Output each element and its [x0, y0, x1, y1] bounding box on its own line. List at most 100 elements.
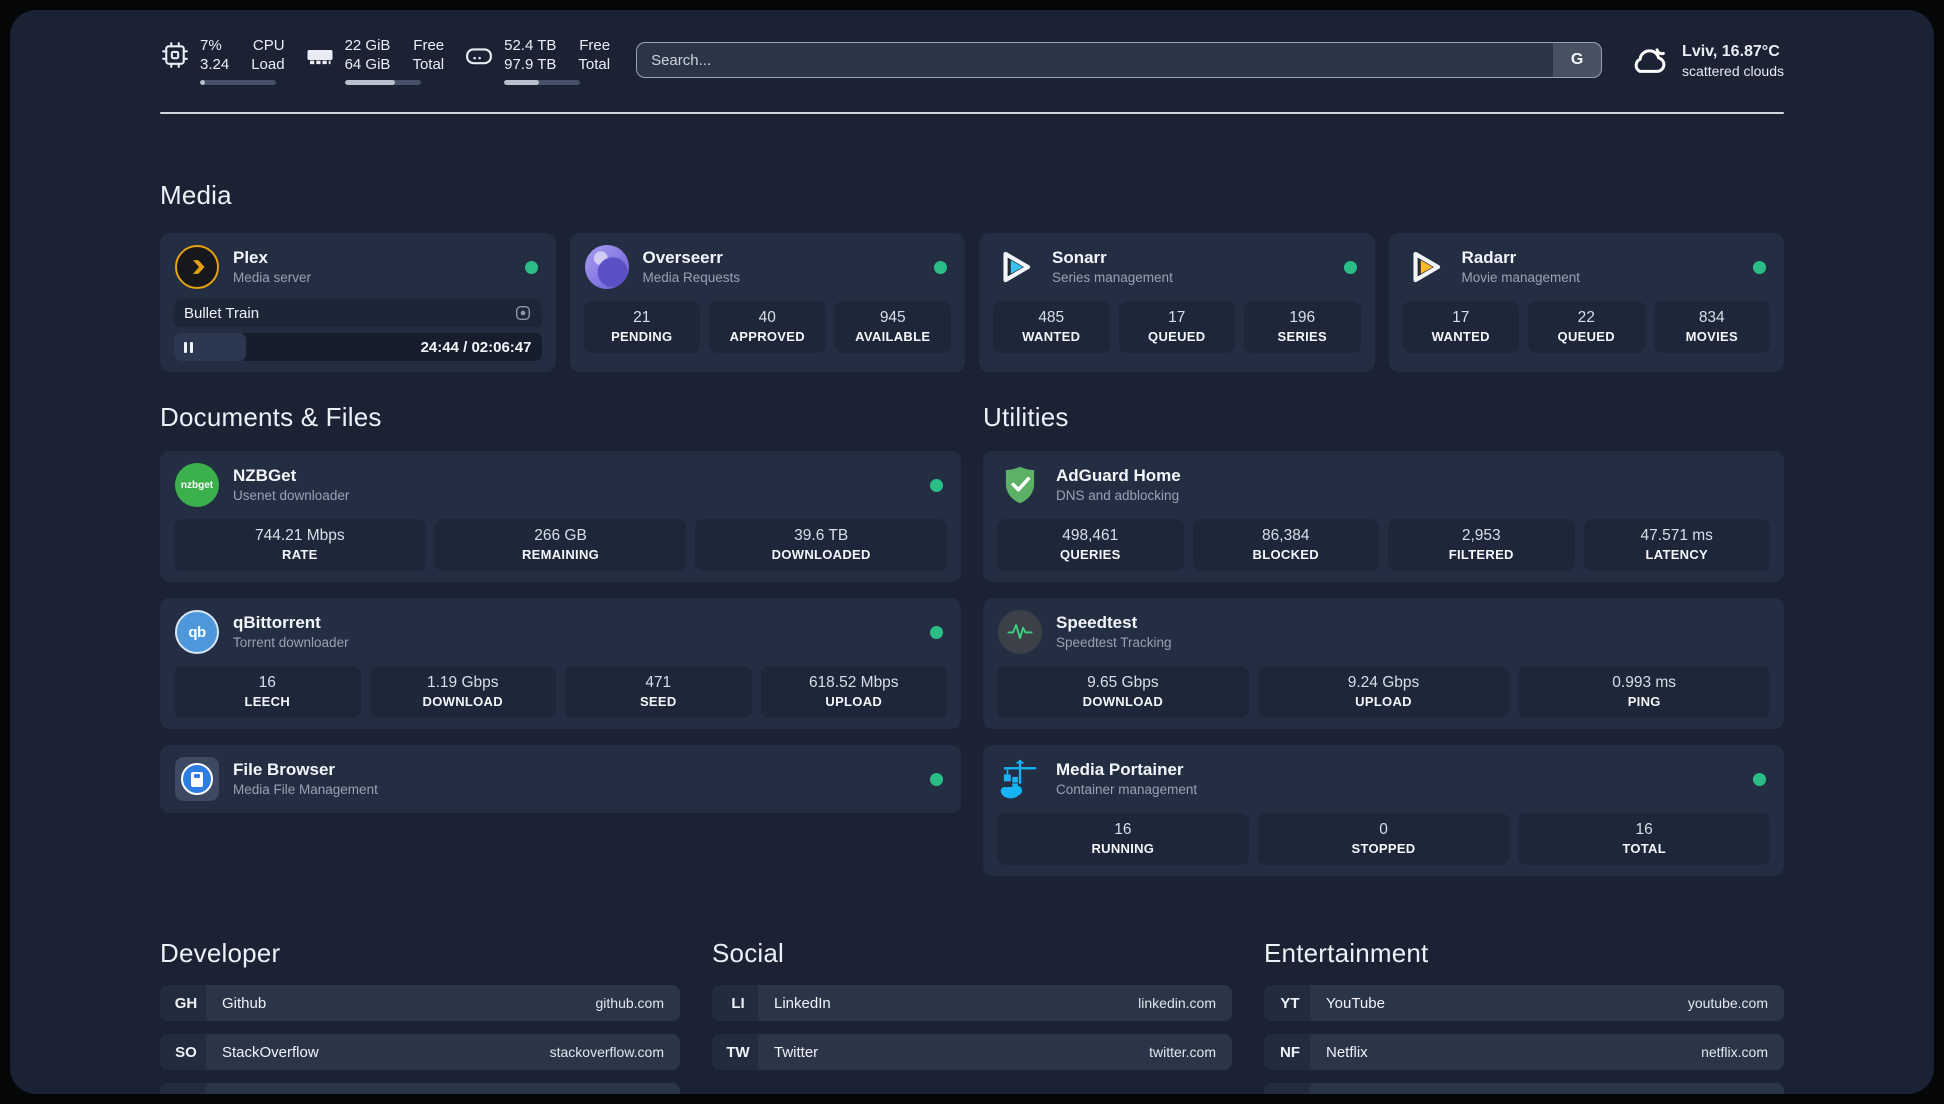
pause-icon[interactable]: [184, 341, 193, 353]
link-netflix[interactable]: NF Netflix netflix.com: [1264, 1034, 1784, 1070]
app-name: Plex: [233, 248, 268, 267]
link-youtube[interactable]: YT YouTube youtube.com: [1264, 985, 1784, 1021]
section-title-utilities: Utilities: [983, 402, 1069, 432]
qbittorrent-icon: qb: [174, 609, 220, 655]
app-description: Media server: [233, 270, 312, 285]
section-developer: Developer GH Github github.com SO StackO…: [160, 938, 680, 1094]
stat-box: 9.65 Gbps DOWNLOAD: [997, 666, 1249, 718]
plex-now-playing: Bullet Train 24:44 / 02:06:47: [174, 299, 542, 361]
app-name: File Browser: [233, 760, 336, 779]
disk-total-value: 97.9 TB: [504, 55, 557, 73]
plex-icon: [174, 244, 220, 290]
link-url: twitter.com: [1149, 1044, 1216, 1060]
link-abbr: SO: [160, 1034, 212, 1070]
stat-box: 0.993 ms PING: [1518, 666, 1771, 718]
cpu-widget: 7% 3.24 CPU Load: [160, 36, 285, 85]
app-description: Speedtest Tracking: [1056, 635, 1172, 650]
disk-widget: 52.4 TB 97.9 TB Free Total: [464, 36, 610, 85]
section-entertainment: Entertainment YT YouTube youtube.com NF …: [1264, 938, 1784, 1094]
link-linkedin[interactable]: LI LinkedIn linkedin.com: [712, 985, 1232, 1021]
stat-box: 2,953 FILTERED: [1388, 519, 1575, 571]
app-name: qBittorrent: [233, 613, 321, 632]
cpu-progress-bar: [200, 79, 276, 85]
search-input[interactable]: [637, 43, 1554, 77]
app-description: Media File Management: [233, 782, 378, 797]
app-description: Container management: [1056, 782, 1198, 797]
stat-box: 9.24 Gbps UPLOAD: [1257, 666, 1510, 718]
stat-box: 834 MOVIES: [1653, 301, 1770, 353]
link-abbr: DT: [160, 1083, 212, 1094]
stat-box: 16 RUNNING: [997, 813, 1249, 865]
weather-condition: scattered clouds: [1682, 62, 1784, 79]
stat-box: 744.21 Mbps RATE: [174, 519, 426, 571]
link-abbr: TW: [712, 1034, 764, 1070]
section-title-documents: Documents & Files: [160, 402, 382, 432]
app-card-overseerr[interactable]: Overseerr Media Requests 21 PENDING 40 A…: [569, 233, 965, 372]
disk-progress-bar: [504, 79, 581, 85]
app-card-nzbget[interactable]: nzbget NZBGet Usenet downloader 744.21 M…: [160, 451, 961, 582]
topbar: 7% 3.24 CPU Load 22 GiB 64 GiB Free Tota…: [160, 34, 1784, 86]
section-title-entertainment: Entertainment: [1264, 938, 1429, 968]
link-url: linkedin.com: [1138, 995, 1216, 1011]
stat-box: 16 TOTAL: [1518, 813, 1771, 865]
app-card-radarr[interactable]: Radarr Movie management 17 WANTED 22 QUE…: [1388, 233, 1784, 372]
ram-total-value: 64 GiB: [344, 55, 391, 73]
link-abbr: GH: [160, 985, 212, 1021]
app-card-qbittorrent[interactable]: qb qBittorrent Torrent downloader 16 LEE…: [160, 598, 961, 729]
stat-box: 485 WANTED: [993, 301, 1110, 353]
link-twitter[interactable]: TW Twitter twitter.com: [712, 1034, 1232, 1070]
stat-box: 196 SERIES: [1244, 301, 1361, 353]
section-utilities: Utilities AdGuard Home DNS and adblockin…: [983, 402, 1784, 876]
ram-icon: [307, 49, 333, 64]
stat-box: 17 QUEUED: [1118, 301, 1235, 353]
app-card-speedtest[interactable]: Speedtest Speedtest Tracking 9.65 Gbps D…: [983, 598, 1784, 729]
app-name: Media Portainer: [1056, 760, 1184, 779]
app-card-plex[interactable]: Plex Media server Bullet Train 24:44 / 0…: [160, 233, 556, 372]
search-engine-button[interactable]: G: [1553, 43, 1602, 77]
now-playing-title: Bullet Train: [184, 304, 260, 322]
app-name: AdGuard Home: [1056, 466, 1181, 485]
disk-icon: [466, 47, 493, 64]
link-abbr: NF: [1264, 1034, 1316, 1070]
stat-box: 471 SEED: [565, 666, 752, 718]
app-name: Speedtest: [1056, 613, 1138, 632]
link-reddit[interactable]: RE Reddit reddit.com: [1264, 1083, 1784, 1094]
stat-box: 21 PENDING: [583, 301, 700, 353]
app-description: Media Requests: [642, 270, 741, 285]
app-description: Movie management: [1461, 270, 1581, 285]
status-online-dot: [524, 260, 538, 274]
ram-progress-bar: [344, 79, 421, 85]
app-card-filebrowser[interactable]: File Browser Media File Management: [160, 745, 961, 813]
link-abbr: RE: [1264, 1083, 1316, 1094]
link-abbr: YT: [1264, 985, 1316, 1021]
status-online-dot: [1753, 260, 1766, 274]
weather-widget: Lviv, 16.87°C scattered clouds: [1628, 39, 1784, 81]
app-card-sonarr[interactable]: Sonarr Series management 485 WANTED 17 Q…: [979, 233, 1375, 372]
stat-box: 39.6 TB DOWNLOADED: [695, 519, 948, 571]
link-name: Netflix: [1326, 1043, 1368, 1061]
disk-total-label: Total: [578, 55, 611, 73]
weather-location-temp: Lviv, 16.87°C: [1682, 42, 1780, 60]
link-name: YouTube: [1326, 994, 1385, 1012]
topbar-divider: [160, 112, 1784, 114]
app-name: NZBGet: [233, 466, 297, 485]
link-name: Twitter: [774, 1043, 819, 1061]
status-online-dot: [934, 260, 947, 274]
playback-progress-bar[interactable]: 24:44 / 02:06:47: [174, 333, 542, 361]
app-card-portainer[interactable]: Media Portainer Container management 16 …: [983, 745, 1784, 876]
app-description: Series management: [1052, 270, 1173, 285]
link-name: DEV: [222, 1093, 253, 1095]
link-name: LinkedIn: [774, 994, 831, 1012]
link-name: Github: [222, 994, 267, 1012]
section-media: Media Plex Media server Bullet Train 24:…: [160, 180, 1784, 372]
link-url: github.com: [595, 995, 664, 1011]
app-name: Radarr: [1461, 248, 1517, 267]
link-github[interactable]: GH Github github.com: [160, 985, 680, 1021]
section-title-media: Media: [160, 180, 232, 210]
session-icon: [515, 305, 530, 321]
cpu-icon: [162, 41, 188, 68]
app-card-adguard-home[interactable]: AdGuard Home DNS and adblocking 498,461 …: [983, 451, 1784, 582]
link-dev-to[interactable]: DT DEV dev.to: [160, 1083, 680, 1094]
link-stackoverflow[interactable]: SO StackOverflow stackoverflow.com: [160, 1034, 680, 1070]
link-abbr: LI: [712, 985, 764, 1021]
